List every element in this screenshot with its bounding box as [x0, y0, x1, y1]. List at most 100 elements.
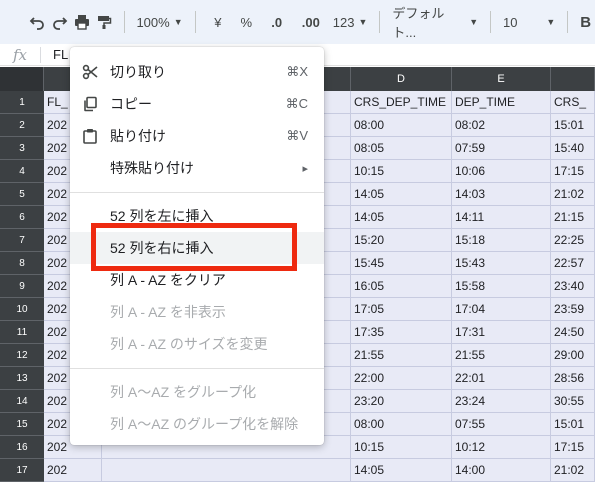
- row-header[interactable]: 16: [0, 436, 44, 459]
- cell-e[interactable]: 17:31: [452, 321, 551, 344]
- decrease-decimal-button[interactable]: .0: [261, 8, 293, 36]
- row-header[interactable]: 12: [0, 344, 44, 367]
- cell-e[interactable]: 14:03: [452, 183, 551, 206]
- font-size-select[interactable]: 10 ▼: [499, 8, 559, 36]
- cell-f[interactable]: 15:01: [551, 114, 595, 137]
- font-select[interactable]: デフォルト... ▼: [388, 6, 482, 40]
- increase-decimal-button[interactable]: .00: [293, 8, 329, 36]
- cell-f[interactable]: 23:40: [551, 275, 595, 298]
- cell-e[interactable]: 21:55: [452, 344, 551, 367]
- cell-f[interactable]: 17:15: [551, 160, 595, 183]
- cell-e[interactable]: 10:12: [452, 436, 551, 459]
- cell-f[interactable]: 15:01: [551, 413, 595, 436]
- menu-item-copy[interactable]: コピー ⌘C: [70, 88, 324, 120]
- row-header[interactable]: 2: [0, 114, 44, 137]
- cell-e[interactable]: 15:43: [452, 252, 551, 275]
- row-header[interactable]: 14: [0, 390, 44, 413]
- redo-icon[interactable]: [48, 8, 70, 36]
- cell-f[interactable]: 28:56: [551, 367, 595, 390]
- bold-button[interactable]: B: [576, 8, 595, 36]
- menu-item-shortcut: ⌘C: [285, 96, 308, 111]
- undo-icon[interactable]: [26, 8, 48, 36]
- cell-covered[interactable]: [102, 459, 351, 482]
- row-header[interactable]: 15: [0, 413, 44, 436]
- cell-e[interactable]: 10:06: [452, 160, 551, 183]
- cell-e[interactable]: 14:00: [452, 459, 551, 482]
- menu-item-paste[interactable]: 貼り付け ⌘V: [70, 120, 324, 152]
- cell-f[interactable]: 23:59: [551, 298, 595, 321]
- row-header[interactable]: 9: [0, 275, 44, 298]
- menu-item-shortcut: ⌘V: [286, 128, 308, 143]
- paint-format-icon[interactable]: [93, 8, 115, 36]
- row-header[interactable]: 11: [0, 321, 44, 344]
- cell-d[interactable]: 08:00: [351, 114, 452, 137]
- copy-icon: [70, 96, 110, 112]
- cell-d[interactable]: 21:55: [351, 344, 452, 367]
- column-header-f[interactable]: [551, 67, 595, 91]
- cell-a[interactable]: 202: [44, 459, 102, 482]
- row-header[interactable]: 8: [0, 252, 44, 275]
- toolbar: 100% ▼ ¥ % .0 .00 123 ▼ デフォルト... ▼ 10 ▼ …: [0, 0, 595, 44]
- font-label: デフォルト...: [392, 6, 445, 40]
- row-header[interactable]: 3: [0, 137, 44, 160]
- cell-f[interactable]: 22:25: [551, 229, 595, 252]
- cell-d[interactable]: 15:45: [351, 252, 452, 275]
- cell-f[interactable]: 21:02: [551, 459, 595, 482]
- row-header[interactable]: 5: [0, 183, 44, 206]
- row-header[interactable]: 10: [0, 298, 44, 321]
- cell-f[interactable]: CRS_: [551, 91, 595, 114]
- menu-item-insert-left[interactable]: 52 列を左に挿入: [70, 200, 324, 232]
- clipboard-icon: [70, 128, 110, 144]
- number-format-select[interactable]: 123 ▼: [329, 8, 372, 36]
- cell-e[interactable]: 15:18: [452, 229, 551, 252]
- cell-e[interactable]: 08:02: [452, 114, 551, 137]
- cell-d[interactable]: 14:05: [351, 183, 452, 206]
- cell-f[interactable]: 22:57: [551, 252, 595, 275]
- cell-e[interactable]: 14:11: [452, 206, 551, 229]
- cell-d[interactable]: 10:15: [351, 160, 452, 183]
- cell-d[interactable]: 14:05: [351, 459, 452, 482]
- cell-d[interactable]: 15:20: [351, 229, 452, 252]
- column-header-e[interactable]: E: [452, 67, 551, 91]
- menu-item-clear[interactable]: 列 A - AZ をクリア: [70, 264, 324, 296]
- cell-d[interactable]: 17:35: [351, 321, 452, 344]
- cell-d[interactable]: 16:05: [351, 275, 452, 298]
- menu-item-insert-right[interactable]: 52 列を右に挿入: [70, 232, 324, 264]
- currency-button[interactable]: ¥: [204, 8, 233, 36]
- percent-button[interactable]: %: [232, 8, 261, 36]
- cell-e[interactable]: 15:58: [452, 275, 551, 298]
- row-header[interactable]: 17: [0, 459, 44, 482]
- cell-f[interactable]: 29:00: [551, 344, 595, 367]
- cell-e[interactable]: 22:01: [452, 367, 551, 390]
- menu-item-paste-special[interactable]: 特殊貼り付け ▸: [70, 152, 324, 184]
- zoom-select[interactable]: 100% ▼: [132, 8, 186, 36]
- menu-item-cut[interactable]: 切り取り ⌘X: [70, 56, 324, 88]
- row-header[interactable]: 4: [0, 160, 44, 183]
- cell-f[interactable]: 21:15: [551, 206, 595, 229]
- cell-d[interactable]: 17:05: [351, 298, 452, 321]
- cell-e[interactable]: 07:59: [452, 137, 551, 160]
- cell-f[interactable]: 21:02: [551, 183, 595, 206]
- column-header-d[interactable]: D: [351, 67, 452, 91]
- cell-d[interactable]: 10:15: [351, 436, 452, 459]
- cell-f[interactable]: 17:15: [551, 436, 595, 459]
- print-icon[interactable]: [71, 8, 93, 36]
- cell-d[interactable]: CRS_DEP_TIME: [351, 91, 452, 114]
- cell-d[interactable]: 22:00: [351, 367, 452, 390]
- cell-f[interactable]: 30:55: [551, 390, 595, 413]
- cell-e[interactable]: 17:04: [452, 298, 551, 321]
- row-header[interactable]: 7: [0, 229, 44, 252]
- row-header[interactable]: 13: [0, 367, 44, 390]
- cell-d[interactable]: 14:05: [351, 206, 452, 229]
- cell-e[interactable]: DEP_TIME: [452, 91, 551, 114]
- cell-d[interactable]: 08:05: [351, 137, 452, 160]
- cell-e[interactable]: 23:24: [452, 390, 551, 413]
- select-all-corner[interactable]: [0, 67, 44, 91]
- cell-f[interactable]: 24:50: [551, 321, 595, 344]
- cell-f[interactable]: 15:40: [551, 137, 595, 160]
- cell-d[interactable]: 08:00: [351, 413, 452, 436]
- row-header[interactable]: 1: [0, 91, 44, 114]
- row-header[interactable]: 6: [0, 206, 44, 229]
- cell-d[interactable]: 23:20: [351, 390, 452, 413]
- cell-e[interactable]: 07:55: [452, 413, 551, 436]
